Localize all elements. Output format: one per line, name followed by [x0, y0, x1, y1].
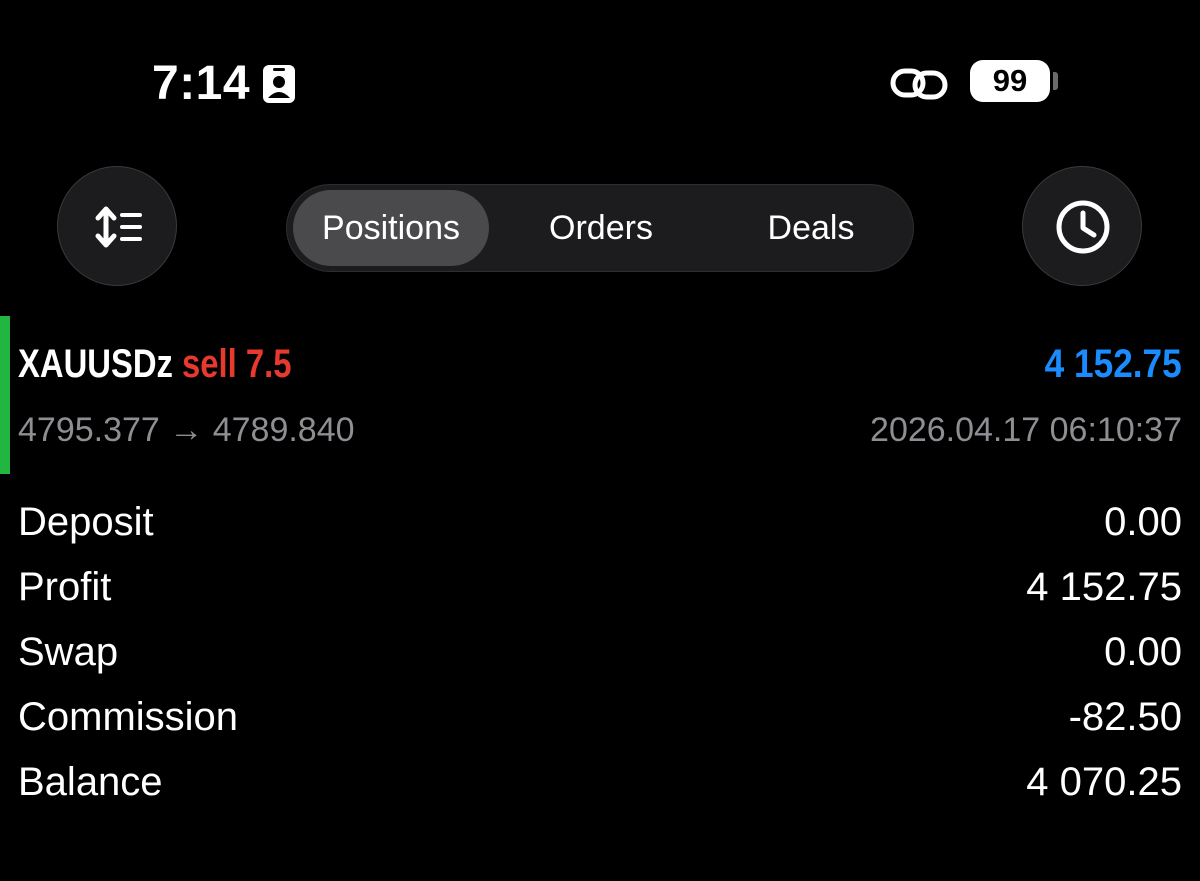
summary-row-swap: Swap 0.00 — [18, 622, 1182, 682]
battery-tip — [1053, 72, 1058, 90]
summary-value: 4 070.25 — [1026, 760, 1182, 804]
link-icon — [890, 68, 948, 100]
sort-list-icon — [95, 206, 142, 248]
position-open-time: 2026.04.17 06:10:37 — [870, 411, 1182, 449]
position-status-indicator — [0, 316, 10, 474]
status-bar: 7:14 99 — [0, 0, 1200, 140]
position-symbol: XAUUSDz — [18, 342, 173, 386]
tab-deals[interactable]: Deals — [713, 190, 909, 266]
summary-label: Deposit — [18, 500, 154, 544]
summary-label: Swap — [18, 630, 119, 674]
arrow-right-icon: → — [169, 411, 204, 449]
summary-row-profit: Profit 4 152.75 — [18, 557, 1182, 617]
summary-label: Profit — [18, 565, 112, 609]
battery-icon: 99 — [970, 60, 1050, 102]
position-title[interactable]: XAUUSDz sell 7.5 — [18, 338, 291, 390]
current-price: 4789.840 — [212, 411, 355, 449]
tab-positions[interactable]: Positions — [293, 190, 489, 266]
view-segmented-control: Positions Orders Deals — [286, 184, 914, 272]
position-prices: 4795.377 → 4789.840 — [18, 408, 355, 452]
summary-label: Commission — [18, 695, 239, 739]
summary-value: -82.50 — [1068, 695, 1182, 739]
open-price: 4795.377 — [18, 411, 160, 449]
clock-icon — [1056, 200, 1110, 254]
contact-card-icon — [263, 65, 295, 103]
summary-row-deposit: Deposit 0.00 — [18, 492, 1182, 552]
battery-level: 99 — [992, 63, 1028, 98]
summary-value: 0.00 — [1104, 500, 1182, 544]
summary-row-commission: Commission -82.50 — [18, 687, 1182, 747]
tab-orders[interactable]: Orders — [503, 190, 699, 266]
summary-value: 0.00 — [1104, 630, 1182, 674]
position-direction: sell 7.5 — [182, 342, 292, 386]
status-time: 7:14 — [152, 57, 251, 110]
summary-label: Balance — [18, 760, 163, 804]
position-profit: 4 152.75 — [1044, 342, 1182, 386]
history-button[interactable] — [1022, 166, 1142, 286]
sort-button[interactable] — [57, 166, 177, 286]
summary-row-balance: Balance 4 070.25 — [18, 752, 1182, 812]
summary-value: 4 152.75 — [1026, 565, 1182, 609]
